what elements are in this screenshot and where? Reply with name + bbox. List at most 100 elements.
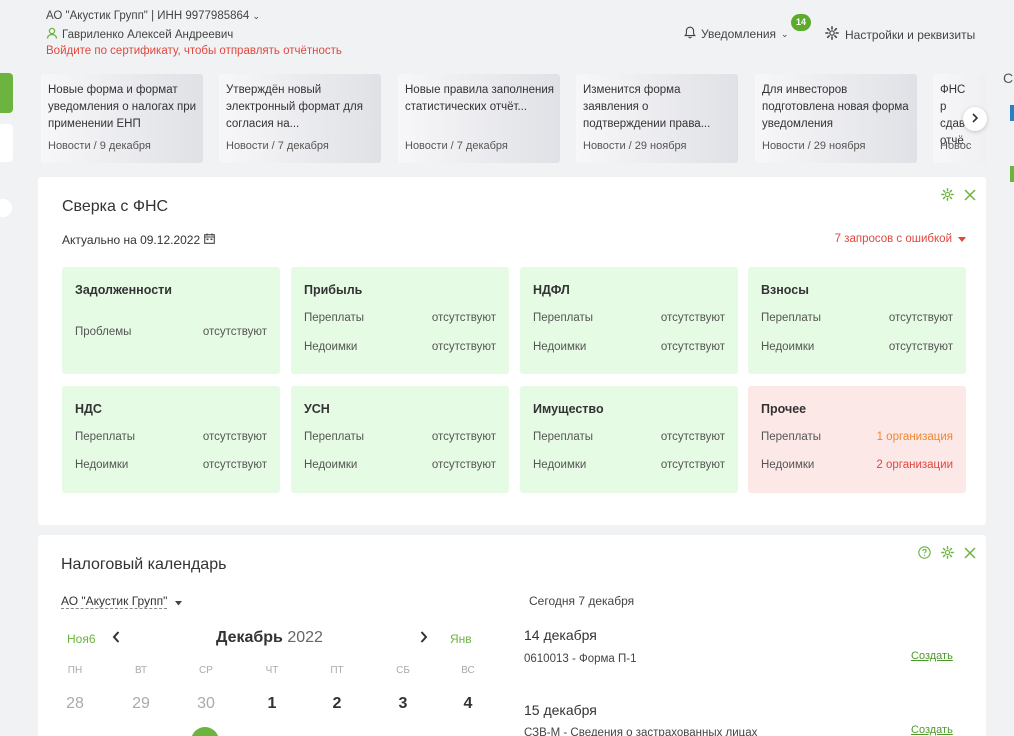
panel-controls (941, 188, 976, 201)
tile-vat[interactable]: НДС Переплаты отсутствуют Недоимки отсут… (62, 386, 280, 493)
row-value: отсутствуют (888, 341, 953, 353)
row-label: Недоимки (75, 459, 129, 471)
row-value: отсутствуют (202, 431, 267, 443)
row-value: отсутствуют (660, 341, 725, 353)
tile-row: Переплаты отсутствуют (533, 312, 725, 324)
calendar-day[interactable]: 29 (126, 695, 156, 713)
news-title: Новые правила заполнения статистических … (405, 84, 555, 113)
tile-row: Проблемы отсутствуют (75, 326, 267, 338)
row-value-link[interactable]: 1 организация (877, 431, 953, 443)
user-icon (46, 27, 58, 42)
notifications-label: Уведомления (701, 27, 777, 41)
month-title: Декабрь 2022 (216, 629, 323, 647)
row-label: Недоимки (304, 459, 358, 471)
panel-controls (918, 546, 976, 559)
tile-contributions[interactable]: Взносы Переплаты отсутствуют Недоимки от… (748, 267, 966, 374)
row-label: Переплаты (761, 312, 822, 324)
tile-row: Переплаты отсутствуют (761, 312, 953, 324)
row-value: отсутствуют (431, 431, 496, 443)
settings-button[interactable]: Настройки и реквизиты (825, 26, 975, 43)
row-value-link[interactable]: 2 организации (876, 459, 953, 471)
news-carousel: Новые форма и формат уведомления о налог… (41, 74, 987, 163)
tile-profit[interactable]: Прибыль Переплаты отсутствуют Недоимки о… (291, 267, 509, 374)
sidebar-toggle[interactable] (0, 199, 12, 217)
calendar-day[interactable]: 1 (257, 695, 287, 713)
right-panel-letter: С (1003, 70, 1014, 86)
actual-date-label: Актуально на 09.12.2022 (62, 233, 201, 247)
tile-title: Задолженности (75, 283, 172, 297)
calendar-day[interactable]: 4 (453, 695, 483, 713)
user-name[interactable]: Гавриленко Алексей Андреевич (46, 27, 233, 42)
calendar-icon[interactable] (204, 233, 215, 247)
calendar-day[interactable]: 2 (322, 695, 352, 713)
create-button[interactable]: Создать (911, 724, 953, 736)
errors-dropdown[interactable]: 7 запросов с ошибкой (835, 233, 966, 245)
prev-month-link[interactable]: Ноя6 (67, 632, 96, 646)
row-label: Переплаты (533, 312, 594, 324)
today-marker[interactable] (191, 727, 219, 736)
row-label: Проблемы (75, 326, 132, 338)
calendar-day[interactable]: 28 (60, 695, 90, 713)
certificate-warning-link[interactable]: Войдите по сертификату, чтобы отправлять… (46, 45, 342, 57)
tile-row: Переплаты отсутствуют (75, 431, 267, 443)
news-card[interactable]: Новые форма и формат уведомления о налог… (41, 74, 203, 163)
close-icon[interactable] (964, 188, 976, 201)
next-month-link[interactable]: Янв (450, 632, 472, 646)
calendar-day[interactable]: 30 (191, 695, 221, 713)
calendar-org-selector[interactable]: АО "Акустик Групп" (61, 594, 183, 609)
actual-date: Актуально на 09.12.2022 (62, 233, 215, 247)
panel-title: Налоговый календарь (61, 556, 227, 573)
row-label: Переплаты (761, 431, 822, 443)
row-value: отсутствуют (431, 341, 496, 353)
chevron-right-icon (971, 110, 979, 128)
gear-icon[interactable] (941, 546, 954, 559)
create-button[interactable]: Создать (911, 650, 953, 662)
sidebar-tab[interactable] (0, 124, 13, 162)
row-value: отсутствуют (660, 459, 725, 471)
close-icon[interactable] (964, 546, 976, 559)
row-label: Недоимки (761, 459, 815, 471)
org-label: АО "Акустик Групп" | ИНН 9977985864 (46, 10, 250, 22)
weekday-label: ВС (461, 665, 475, 676)
tile-debts[interactable]: Задолженности Проблемы отсутствуют (62, 267, 280, 374)
row-label: Переплаты (304, 431, 365, 443)
weekday-label: ПТ (330, 665, 344, 676)
tile-title: НДС (75, 402, 102, 416)
calendar-day[interactable]: 3 (388, 695, 418, 713)
right-panel-marker-green (1010, 166, 1014, 182)
help-icon[interactable] (918, 546, 931, 559)
tile-row: Недоимки отсутствуют (304, 459, 496, 471)
event-name[interactable]: 0610013 - Форма П-1 (524, 653, 637, 665)
tile-usn[interactable]: УСН Переплаты отсутствуют Недоимки отсут… (291, 386, 509, 493)
errors-label: 7 запросов с ошибкой (834, 233, 952, 245)
sidebar-tab-active[interactable] (0, 73, 13, 113)
row-value: отсутствуют (431, 459, 496, 471)
chevron-left-icon[interactable] (112, 630, 120, 648)
news-title: Новые форма и формат уведомления о налог… (48, 84, 197, 130)
tile-property[interactable]: Имущество Переплаты отсутствуют Недоимки… (520, 386, 738, 493)
today-label: Сегодня 7 декабря (529, 594, 635, 608)
news-next-button[interactable] (963, 107, 987, 131)
tile-ndfl[interactable]: НДФЛ Переплаты отсутствуют Недоимки отсу… (520, 267, 738, 374)
notifications-button[interactable]: Уведомления ⌄ (684, 26, 789, 42)
news-card[interactable]: Новые правила заполнения статистических … (398, 74, 560, 163)
tile-title: Прочее (761, 402, 807, 416)
user-name-label: Гавриленко Алексей Андреевич (62, 28, 234, 41)
tile-row: Переплаты отсутствуют (304, 312, 496, 324)
panel-title: Сверка с ФНС (62, 198, 169, 215)
event-name[interactable]: СЗВ-М - Сведения о застрахованных лицах (524, 727, 757, 736)
tile-title: Имущество (533, 402, 604, 416)
row-label: Недоимки (304, 341, 358, 353)
tile-other[interactable]: Прочее Переплаты 1 организация Недоимки … (748, 386, 966, 493)
news-card[interactable]: Изменится форма заявления о подтверждени… (576, 74, 738, 163)
org-selector[interactable]: АО "Акустик Групп" | ИНН 9977985864 ⌄ (46, 10, 260, 22)
weekday-label: СБ (396, 665, 410, 676)
news-card[interactable]: Для инвесторов подготовлена новая форма … (755, 74, 917, 163)
chevron-right-icon[interactable] (420, 630, 428, 648)
fns-reconciliation-panel: Сверка с ФНС Актуально на 09.12.2022 7 з… (38, 177, 986, 525)
tile-title: Взносы (761, 283, 809, 297)
month-year: 2022 (287, 629, 323, 646)
gear-icon[interactable] (941, 188, 954, 201)
row-value: отсутствуют (202, 459, 267, 471)
news-card[interactable]: Утверждён новый электронный формат для с… (219, 74, 381, 163)
